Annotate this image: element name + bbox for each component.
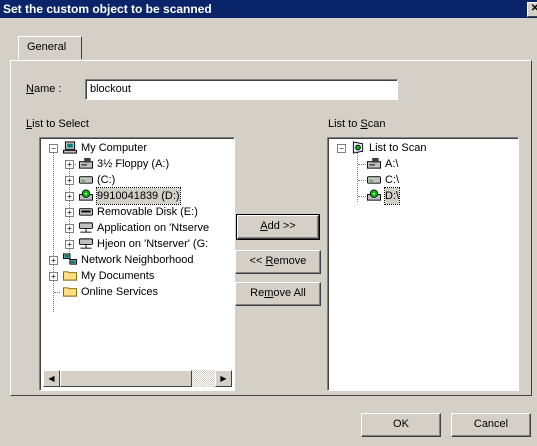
- tab-general-label: General: [27, 41, 67, 53]
- horizontal-scrollbar[interactable]: ◀ ▶: [43, 370, 232, 387]
- tree-item-hjeon[interactable]: + Hjeon on 'Ntserver' (G:: [40, 236, 230, 252]
- tree-item-label: My Computer: [81, 142, 148, 154]
- expand-icon[interactable]: +: [65, 160, 74, 169]
- name-label: Name :: [26, 83, 62, 95]
- tree-item-my-computer[interactable]: − My Computer: [40, 140, 230, 156]
- tree-item-drive-d[interactable]: + 9910041839 (D:): [40, 187, 230, 205]
- scan-tree[interactable]: − List to Scan A:\ C:\ D:\: [327, 137, 519, 391]
- network-neighborhood-icon: [63, 253, 77, 265]
- list-to-select-label: List to Select: [26, 118, 89, 130]
- tree-item-scan-c[interactable]: C:\: [328, 172, 514, 188]
- tree-item-label: List to Scan: [369, 142, 427, 154]
- tree-item-label: (C:): [97, 174, 116, 186]
- tree-item-label: Network Neighborhood: [81, 254, 194, 266]
- tree-item-my-documents[interactable]: + My Documents: [40, 268, 230, 284]
- network-drive-icon: [79, 222, 93, 233]
- close-icon[interactable]: ✕: [527, 2, 537, 17]
- expand-icon[interactable]: +: [49, 256, 58, 265]
- cancel-button[interactable]: Cancel: [451, 413, 531, 437]
- scroll-thumb[interactable]: [60, 370, 192, 387]
- title-bar[interactable]: Set the custom object to be scanned ✕: [0, 0, 537, 18]
- tree-item-label: 3½ Floppy (A:): [97, 158, 170, 170]
- window-title: Set the custom object to be scanned: [3, 2, 212, 16]
- removable-disk-icon: [79, 208, 93, 216]
- tree-item-drive-e[interactable]: + Removable Disk (E:): [40, 204, 230, 220]
- dialog-window: Set the custom object to be scanned ✕ Ge…: [0, 0, 537, 446]
- expand-icon[interactable]: +: [49, 272, 58, 281]
- name-input-value: blockout: [90, 83, 131, 95]
- tree-item-label: D:\: [383, 187, 401, 205]
- tree-item-label: 9910041839 (D:): [96, 187, 181, 205]
- tab-general[interactable]: General: [18, 36, 82, 59]
- expand-icon[interactable]: +: [65, 192, 74, 201]
- computer-icon: [63, 141, 77, 154]
- hard-drive-icon: [367, 176, 381, 184]
- scroll-left-icon[interactable]: ◀: [43, 370, 60, 387]
- tree-item-floppy-a[interactable]: + 3½ Floppy (A:): [40, 156, 230, 172]
- list-to-scan-label: List to Scan: [328, 118, 386, 130]
- tree-item-online-services[interactable]: Online Services: [40, 284, 230, 300]
- add-button[interactable]: Add >>: [236, 214, 320, 240]
- remove-button[interactable]: << Remove: [235, 250, 321, 274]
- folder-icon: [63, 287, 77, 297]
- name-input[interactable]: blockout: [85, 79, 398, 100]
- tree-item-scan-a[interactable]: A:\: [328, 156, 514, 172]
- expand-icon[interactable]: +: [65, 240, 74, 249]
- select-tree[interactable]: − My Computer + 3½ Floppy (A:) + (C:) + …: [39, 137, 235, 391]
- cd-drive-icon: [367, 189, 381, 201]
- tree-item-application[interactable]: + Application on 'Ntserve: [40, 220, 230, 236]
- ok-button[interactable]: OK: [361, 413, 441, 437]
- floppy-drive-icon: [79, 157, 93, 169]
- expand-icon[interactable]: +: [65, 208, 74, 217]
- tree-item-label: C:\: [385, 174, 400, 186]
- expand-icon[interactable]: +: [65, 224, 74, 233]
- tree-item-label: Application on 'Ntserve: [97, 222, 210, 234]
- collapse-icon[interactable]: −: [337, 144, 346, 153]
- tree-item-label: A:\: [385, 158, 399, 170]
- floppy-drive-icon: [367, 157, 381, 169]
- tree-item-scan-d[interactable]: D:\: [328, 187, 514, 205]
- tree-item-network-neighborhood[interactable]: + Network Neighborhood: [40, 252, 230, 268]
- tree-item-label: My Documents: [81, 270, 155, 282]
- hard-drive-icon: [79, 176, 93, 184]
- collapse-icon[interactable]: −: [49, 144, 58, 153]
- tree-item-list-to-scan[interactable]: − List to Scan: [328, 140, 514, 156]
- scroll-right-icon[interactable]: ▶: [215, 370, 232, 387]
- scan-list-icon: [352, 141, 364, 154]
- network-drive-icon: [79, 238, 93, 249]
- cd-drive-icon: [79, 189, 93, 201]
- tree-item-label: Removable Disk (E:): [97, 206, 198, 218]
- tree-item-label: Online Services: [81, 286, 159, 298]
- folder-icon: [63, 271, 77, 281]
- expand-icon[interactable]: +: [65, 176, 74, 185]
- tree-item-label: Hjeon on 'Ntserver' (G:: [97, 238, 209, 250]
- tree-item-drive-c[interactable]: + (C:): [40, 172, 230, 188]
- remove-all-button[interactable]: Remove All: [235, 282, 321, 306]
